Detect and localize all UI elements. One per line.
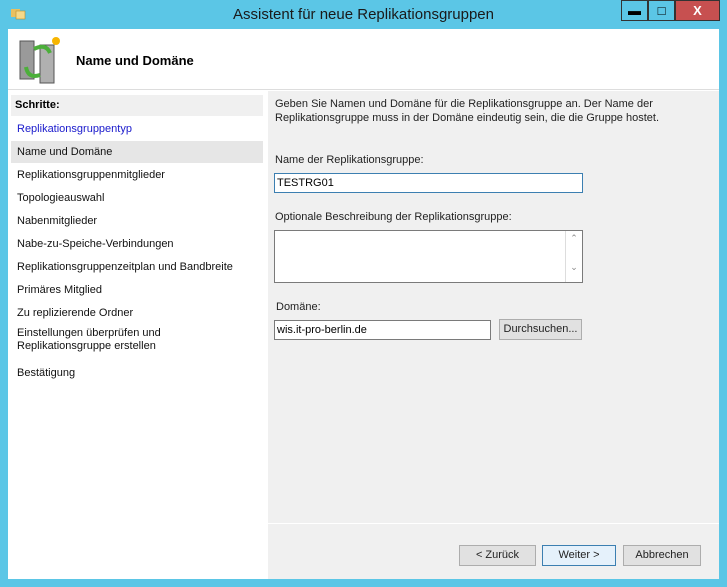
step-ueberpruefen: Einstellungen überprüfen und Replikation… — [17, 327, 161, 352]
cancel-button[interactable]: Abbrechen — [623, 545, 701, 566]
description-label: Optionale Beschreibung der Replikationsg… — [275, 211, 512, 223]
name-label: Name der Replikationsgruppe: — [275, 154, 424, 166]
back-button[interactable]: < Zurück — [459, 545, 536, 566]
scroll-down-icon[interactable]: ⌄ — [566, 262, 582, 273]
description-text: Geben Sie Namen und Domäne für die Repli… — [275, 98, 660, 124]
step-replikationsgruppentyp[interactable]: Replikationsgruppentyp — [11, 118, 263, 140]
close-button[interactable]: X — [675, 0, 720, 21]
textarea-scrollbar[interactable]: ⌃ ⌄ — [565, 231, 582, 282]
step-topologie: Topologieauswahl — [17, 192, 105, 204]
steps-heading: Schritte: — [11, 95, 263, 116]
main-panel: Geben Sie Namen und Domäne für die Repli… — [268, 91, 719, 579]
title-bar: Assistent für neue Replikationsgruppen ▬… — [0, 0, 727, 29]
wizard-header: Name und Domäne — [8, 29, 719, 90]
step-ordner: Zu replizierende Ordner — [17, 307, 134, 319]
steps-panel: Schritte: Replikationsgruppentyp Name un… — [8, 91, 266, 579]
description-textarea[interactable]: ⌃ ⌄ — [274, 230, 583, 283]
step-verbindungen: Nabe-zu-Speiche-Verbindungen — [17, 238, 174, 250]
maximize-button[interactable]: □ — [648, 0, 675, 21]
step-zeitplan: Replikationsgruppenzeitplan und Bandbrei… — [17, 261, 233, 273]
step-nabenmitglieder: Nabenmitglieder — [17, 215, 98, 227]
domain-input[interactable]: wis.it-pro-berlin.de — [274, 320, 491, 340]
domain-label: Domäne: — [276, 301, 321, 313]
step-bestaetigung: Bestätigung — [17, 367, 76, 379]
step-name-und-domaene: Name und Domäne — [11, 141, 263, 163]
footer-divider — [268, 523, 719, 524]
scroll-up-icon[interactable]: ⌃ — [566, 233, 582, 244]
browse-button[interactable]: Durchsuchen... — [499, 319, 582, 340]
replication-server-icon — [19, 37, 60, 84]
next-button[interactable]: Weiter > — [542, 545, 616, 566]
step-mitglieder: Replikationsgruppenmitglieder — [17, 169, 165, 181]
window-title: Assistent für neue Replikationsgruppen — [233, 6, 494, 23]
group-name-input[interactable]: TESTRG01 — [274, 173, 583, 193]
page-title: Name und Domäne — [76, 53, 194, 68]
step-primaeres-mitglied: Primäres Mitglied — [17, 284, 102, 296]
minimize-button[interactable]: ▬ — [621, 0, 648, 21]
wizard-body: Name und Domäne Schritte: Replikationsgr… — [8, 29, 719, 579]
